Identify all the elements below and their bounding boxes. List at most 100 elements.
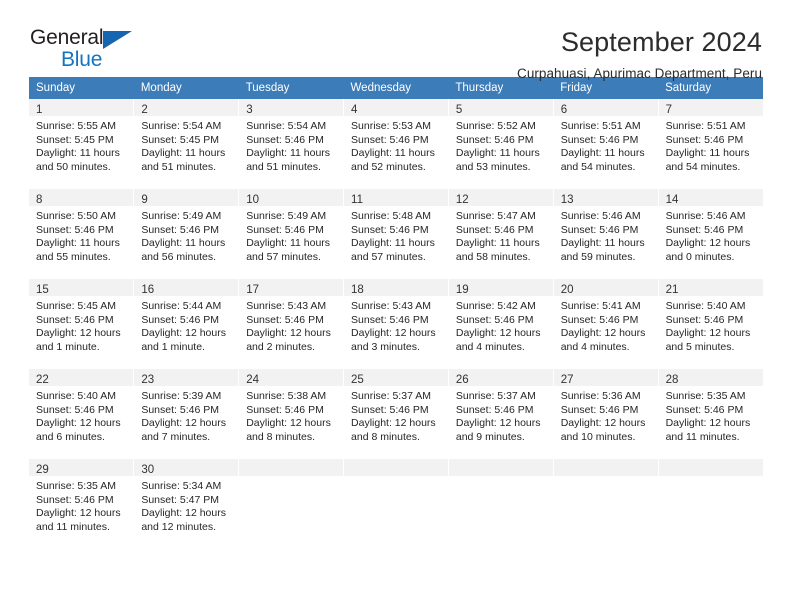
day-number: 1 [36, 104, 43, 116]
sunset-text: Sunset: 5:46 PM [560, 313, 639, 326]
daylight-text-line2: and 57 minutes. [246, 250, 321, 263]
daylight-text-line1: Daylight: 12 hours [665, 417, 751, 430]
daylight-text-line2: and 59 minutes. [560, 250, 636, 263]
day-cell[interactable]: 9 Sunrise: 5:49 AM Sunset: 5:46 PM Dayli… [133, 189, 240, 279]
daylight-text-line1: Daylight: 11 hours [560, 147, 645, 160]
general-blue-logo[interactable]: General Blue [29, 26, 169, 78]
day-cell[interactable]: 28 Sunrise: 5:35 AM Sunset: 5:46 PM Dayl… [657, 369, 763, 459]
sunset-text: Sunset: 5:46 PM [665, 313, 744, 326]
sunset-text: Sunset: 5:46 PM [36, 403, 114, 416]
calendar-page: General Blue September 2024 Curpahuasi, … [0, 0, 792, 612]
day-number: 6 [560, 104, 568, 116]
sunrise-text: Sunrise: 5:37 AM [351, 390, 431, 402]
day-cell[interactable]: 24 Sunrise: 5:38 AM Sunset: 5:46 PM Dayl… [238, 369, 345, 459]
day-cell[interactable]: 20 Sunrise: 5:41 AM Sunset: 5:46 PM Dayl… [552, 279, 659, 369]
daylight-text-line1: Daylight: 11 hours [141, 237, 226, 250]
calendar-week-row: 1 Sunrise: 5:55 AM Sunset: 5:45 PM Dayli… [29, 99, 763, 189]
day-cell[interactable]: 18 Sunrise: 5:43 AM Sunset: 5:46 PM Dayl… [343, 279, 449, 369]
daylight-text-line2: and 1 minute. [141, 340, 205, 353]
sunrise-text: Sunrise: 5:38 AM [246, 390, 327, 402]
day-cell[interactable]: 15 Sunrise: 5:45 AM Sunset: 5:46 PM Dayl… [29, 279, 135, 369]
daylight-text-line2: and 56 minutes. [141, 250, 217, 263]
daylight-text-line1: Daylight: 12 hours [141, 417, 226, 430]
daylight-text-line1: Daylight: 11 hours [455, 147, 540, 160]
day-number: 9 [141, 194, 148, 206]
sunrise-text: Sunrise: 5:43 AM [351, 300, 431, 312]
daylight-text-line2: and 0 minutes. [665, 250, 735, 263]
sunset-text: Sunset: 5:46 PM [665, 403, 744, 416]
day-cell[interactable]: 2 Sunrise: 5:54 AM Sunset: 5:45 PM Dayli… [133, 99, 240, 189]
daylight-text-line2: and 55 minutes. [36, 250, 111, 263]
day-cell[interactable]: 3 Sunrise: 5:54 AM Sunset: 5:46 PM Dayli… [238, 99, 345, 189]
day-cell[interactable]: 25 Sunrise: 5:37 AM Sunset: 5:46 PM Dayl… [343, 369, 449, 459]
day-cell[interactable]: 17 Sunrise: 5:43 AM Sunset: 5:46 PM Dayl… [238, 279, 345, 369]
day-cell-empty [343, 459, 449, 549]
day-cell[interactable]: 19 Sunrise: 5:42 AM Sunset: 5:46 PM Dayl… [447, 279, 554, 369]
day-cell[interactable]: 11 Sunrise: 5:48 AM Sunset: 5:46 PM Dayl… [343, 189, 449, 279]
daylight-text-line1: Daylight: 11 hours [560, 237, 645, 250]
daylight-text-line1: Daylight: 11 hours [351, 147, 435, 160]
day-cell[interactable]: 4 Sunrise: 5:53 AM Sunset: 5:46 PM Dayli… [343, 99, 449, 189]
sunrise-text: Sunrise: 5:54 AM [246, 120, 327, 132]
day-cell[interactable]: 23 Sunrise: 5:39 AM Sunset: 5:46 PM Dayl… [133, 369, 240, 459]
sunset-text: Sunset: 5:46 PM [351, 223, 429, 236]
day-number: 26 [455, 374, 469, 386]
sunrise-text: Sunrise: 5:51 AM [560, 120, 641, 132]
day-cell-empty [238, 459, 345, 549]
sunset-text: Sunset: 5:45 PM [141, 133, 219, 146]
daylight-text-line1: Daylight: 12 hours [560, 417, 646, 430]
day-number: 12 [455, 194, 469, 206]
daylight-text-line1: Daylight: 12 hours [665, 327, 751, 340]
sunrise-text: Sunrise: 5:42 AM [455, 300, 536, 312]
sunrise-text: Sunrise: 5:49 AM [141, 210, 222, 222]
day-number: 5 [455, 104, 463, 116]
daylight-text-line1: Daylight: 12 hours [665, 237, 751, 250]
day-cell[interactable]: 12 Sunrise: 5:47 AM Sunset: 5:46 PM Dayl… [447, 189, 554, 279]
day-cell[interactable]: 22 Sunrise: 5:40 AM Sunset: 5:46 PM Dayl… [29, 369, 135, 459]
page-subtitle: Curpahuasi, Apurimac Department, Peru [517, 66, 762, 81]
daylight-text-line1: Daylight: 12 hours [560, 327, 646, 340]
sunrise-text: Sunrise: 5:37 AM [455, 390, 536, 402]
day-cell[interactable]: 1 Sunrise: 5:55 AM Sunset: 5:45 PM Dayli… [29, 99, 135, 189]
day-cell[interactable]: 7 Sunrise: 5:51 AM Sunset: 5:46 PM Dayli… [657, 99, 763, 189]
daylight-text-line2: and 12 minutes. [141, 520, 217, 533]
sunrise-text: Sunrise: 5:54 AM [141, 120, 222, 132]
day-cell[interactable]: 10 Sunrise: 5:49 AM Sunset: 5:46 PM Dayl… [238, 189, 345, 279]
day-cell[interactable]: 29 Sunrise: 5:35 AM Sunset: 5:46 PM Dayl… [29, 459, 135, 549]
daylight-text-line2: and 7 minutes. [141, 430, 211, 443]
day-cell[interactable]: 26 Sunrise: 5:37 AM Sunset: 5:46 PM Dayl… [447, 369, 554, 459]
sunrise-text: Sunrise: 5:36 AM [560, 390, 641, 402]
calendar-table: Sunday Monday Tuesday Wednesday Thursday… [29, 77, 763, 549]
sunset-text: Sunset: 5:46 PM [36, 493, 114, 506]
sunset-text: Sunset: 5:45 PM [36, 133, 114, 146]
sunset-text: Sunset: 5:46 PM [246, 403, 324, 416]
daylight-text-line2: and 10 minutes. [560, 430, 636, 443]
day-cell[interactable]: 5 Sunrise: 5:52 AM Sunset: 5:46 PM Dayli… [447, 99, 554, 189]
daylight-text-line1: Daylight: 11 hours [455, 237, 540, 250]
sunrise-text: Sunrise: 5:34 AM [141, 480, 222, 492]
day-number: 22 [36, 374, 49, 386]
day-number: 17 [246, 284, 259, 296]
day-cell[interactable]: 16 Sunrise: 5:44 AM Sunset: 5:46 PM Dayl… [133, 279, 240, 369]
daylight-text-line2: and 52 minutes. [351, 160, 426, 173]
sunset-text: Sunset: 5:46 PM [455, 133, 534, 146]
day-cell-empty [657, 459, 763, 549]
daylight-text-line1: Daylight: 12 hours [351, 417, 436, 430]
day-cell[interactable]: 13 Sunrise: 5:46 AM Sunset: 5:46 PM Dayl… [552, 189, 659, 279]
day-cell[interactable]: 14 Sunrise: 5:46 AM Sunset: 5:46 PM Dayl… [657, 189, 763, 279]
day-number: 23 [141, 374, 155, 386]
day-number: 16 [141, 284, 155, 296]
sunset-text: Sunset: 5:46 PM [36, 313, 114, 326]
day-number: 15 [36, 284, 49, 296]
daylight-text-line1: Daylight: 12 hours [455, 327, 541, 340]
day-cell[interactable]: 8 Sunrise: 5:50 AM Sunset: 5:46 PM Dayli… [29, 189, 135, 279]
daylight-text-line2: and 54 minutes. [665, 160, 741, 173]
day-cell[interactable]: 30 Sunrise: 5:34 AM Sunset: 5:47 PM Dayl… [133, 459, 240, 549]
day-cell[interactable]: 21 Sunrise: 5:40 AM Sunset: 5:46 PM Dayl… [657, 279, 763, 369]
logo-triangle-icon [103, 31, 132, 49]
sunrise-text: Sunrise: 5:40 AM [665, 300, 746, 312]
day-cell[interactable]: 6 Sunrise: 5:51 AM Sunset: 5:46 PM Dayli… [552, 99, 659, 189]
day-cell[interactable]: 27 Sunrise: 5:36 AM Sunset: 5:46 PM Dayl… [552, 369, 659, 459]
daylight-text-line2: and 6 minutes. [36, 430, 105, 443]
daylight-text-line2: and 57 minutes. [351, 250, 426, 263]
